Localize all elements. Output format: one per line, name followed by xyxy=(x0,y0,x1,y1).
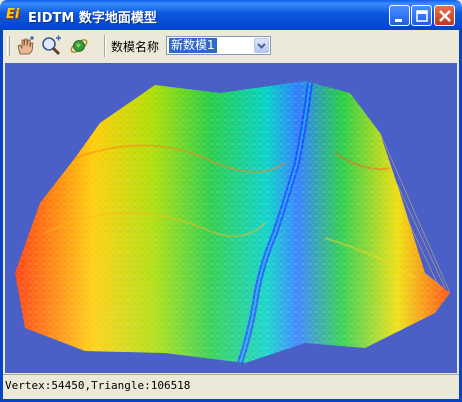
maximize-icon xyxy=(416,10,428,22)
toolbar: 数模名称 新数模1 xyxy=(3,30,459,61)
chevron-down-icon xyxy=(257,43,266,49)
minimize-button[interactable] xyxy=(389,5,410,26)
terrain-viewport[interactable] xyxy=(5,63,457,373)
model-select[interactable]: 新数模1 xyxy=(166,36,271,55)
zoom-tool-button[interactable] xyxy=(40,35,62,57)
minimize-icon xyxy=(395,19,402,22)
mesh-stats-text: Vertex:54450,Triangle:106518 xyxy=(5,379,191,392)
pan-hand-icon xyxy=(17,36,34,55)
rotate-tool-button[interactable] xyxy=(68,35,90,57)
maximize-button[interactable] xyxy=(411,5,432,26)
toolbar-separator xyxy=(104,35,106,57)
model-name-label: 数模名称 xyxy=(111,40,160,54)
window-title: EIDTM 数字地面模型 xyxy=(28,11,157,26)
model-select-dropdown-button[interactable] xyxy=(254,38,269,53)
pan-tool-button[interactable] xyxy=(14,35,36,57)
close-icon xyxy=(439,10,451,22)
terrain-render xyxy=(15,81,451,364)
close-button[interactable] xyxy=(434,5,455,26)
model-select-value: 新数模1 xyxy=(169,38,217,53)
status-bar: Vertex:54450,Triangle:106518 xyxy=(3,374,459,399)
toolbar-grip[interactable] xyxy=(7,36,10,56)
app-logo-icon: Ei xyxy=(6,7,20,22)
zoom-icon xyxy=(42,35,61,56)
title-bar[interactable]: Ei EIDTM 数字地面模型 xyxy=(0,0,462,30)
rotate-globe-icon xyxy=(70,39,88,53)
app-window: Ei EIDTM 数字地面模型 数模名称 新数模1 Vertex:54450,T… xyxy=(0,0,462,402)
